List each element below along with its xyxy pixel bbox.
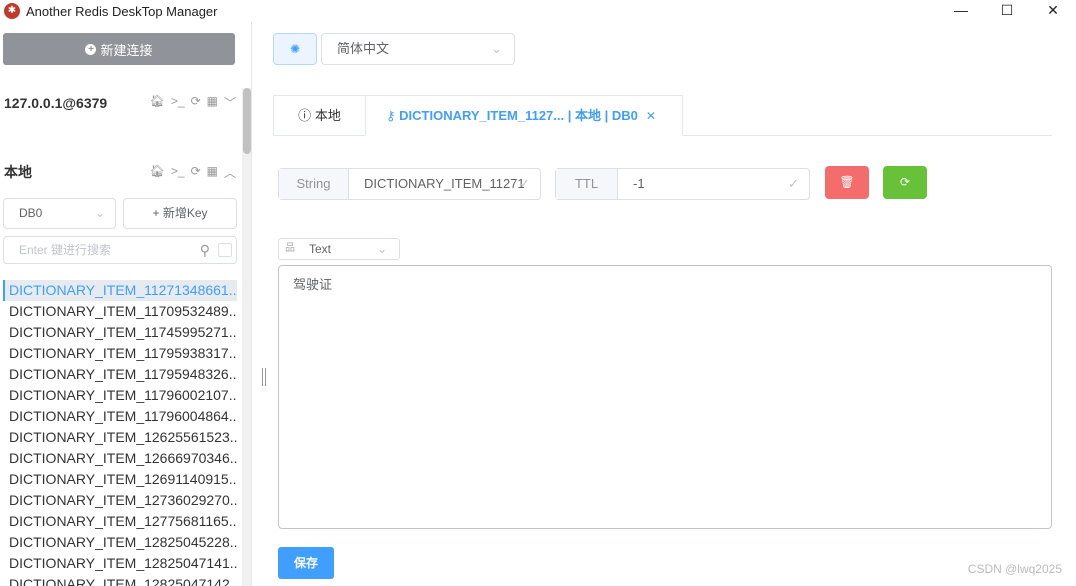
key-list-item[interactable]: DICTIONARY_ITEM_12625561523... [3,427,237,448]
key-list-item[interactable]: DICTIONARY_ITEM_12691140915... [3,469,237,490]
chevron-up-icon[interactable]: ︿ [224,164,236,181]
grid-icon[interactable]: ▦ [207,164,218,181]
new-connection-button[interactable]: + 新建连接 [3,33,235,65]
plus-circle-icon: + [85,43,97,55]
sun-icon: ✺ [289,42,301,56]
close-tab-icon[interactable]: ✕ [646,109,656,123]
grid-icon[interactable]: ▦ [207,94,218,111]
save-button[interactable]: 保存 [278,547,334,579]
info-icon: ⓘ [298,108,312,123]
home-icon[interactable]: 🏠︎ [150,164,165,181]
maximize-button[interactable]: ☐ [984,0,1030,22]
theme-toggle-button[interactable]: ✺ [273,33,317,65]
key-list-item[interactable]: DICTIONARY_ITEM_11796002107... [3,385,237,406]
delete-key-button[interactable]: 🗑︎ [825,166,869,199]
refresh-key-button[interactable]: ⟳ [883,166,927,199]
view-format-select[interactable]: 品 Text ⌄ [278,238,400,260]
sidebar: + 新建连接 127.0.0.1@6379 🏠︎ >_ ⟳ ▦ ﹀ 本地 🏠︎ >_ ⟳ ▦ ︿ … [0,22,252,586]
key-list-item[interactable]: DICTIONARY_ITEM_11709532489... [3,301,237,322]
search-icon[interactable]: ⚲ [200,237,210,263]
check-icon[interactable]: ✓ [519,169,530,199]
chevron-down-icon: ⌄ [491,41,502,56]
language-select[interactable]: 简体中文 ⌄ [321,33,515,65]
key-list-item[interactable]: DICTIONARY_ITEM_12736029270... [3,490,237,511]
key-list-item[interactable]: DICTIONARY_ITEM_12825045228... [3,532,237,553]
minimize-button[interactable]: — [938,0,984,22]
tab-key-detail[interactable]: ⚷ DICTIONARY_ITEM_1127... | 本地 | DB0 ✕ [365,95,683,136]
sitemap-icon: 品 [285,243,295,254]
key-icon: ⚷ [386,108,396,123]
key-type-label: String [279,169,349,199]
key-list-item[interactable]: DICTIONARY_ITEM_11796004864... [3,406,237,427]
watermark: CSDN @lwq2025 [967,562,1062,576]
tab-server-info[interactable]: ⓘ 本地 [273,95,366,136]
refresh-icon[interactable]: ⟳ [191,164,201,181]
key-name-input[interactable]: String DICTIONARY_ITEM_11271 ✓ [278,168,541,200]
connection-item[interactable]: 127.0.0.1@6379 🏠︎ >_ ⟳ ▦ ﹀ [4,94,236,111]
db-select[interactable]: DB0 ⌄ [3,198,116,229]
key-list-item[interactable]: DICTIONARY_ITEM_12666970346... [3,448,237,469]
key-list-item[interactable]: DICTIONARY_ITEM_11271348661... [3,280,237,301]
check-icon[interactable]: ✓ [788,169,799,199]
key-search-input[interactable]: Enter 键进行搜索 ⚲ [3,236,237,264]
connection-item[interactable]: 本地 🏠︎ >_ ⟳ ▦ ︿ [4,162,236,182]
home-icon[interactable]: 🏠︎ [150,94,165,111]
key-list-item[interactable]: DICTIONARY_ITEM_11795938317... [3,343,237,364]
tab-bar: ⓘ 本地 ⚷ DICTIONARY_ITEM_1127... | 本地 | DB… [273,95,1052,136]
app-logo-icon: ✱ [4,3,20,19]
sidebar-scrollbar[interactable] [242,88,251,586]
key-list: DICTIONARY_ITEM_11271348661... DICTIONARY… [3,280,237,586]
close-button[interactable]: ✕ [1030,0,1076,22]
key-list-item[interactable]: DICTIONARY_ITEM_11745995271... [3,322,237,343]
key-list-item[interactable]: DICTIONARY_ITEM_12825047141... [3,553,237,574]
refresh-icon[interactable]: ⟳ [191,94,201,111]
chevron-down-icon: ⌄ [94,206,105,220]
add-key-button[interactable]: + 新增Key [123,198,237,229]
trash-icon: 🗑︎ [839,175,855,189]
ttl-input[interactable]: TTL -1 ✓ [555,168,810,200]
chevron-down-icon: ⌄ [376,242,387,256]
value-editor[interactable]: 驾驶证 [278,265,1052,529]
terminal-icon[interactable]: >_ [171,164,185,181]
exact-match-checkbox[interactable] [218,243,232,257]
key-list-item[interactable]: DICTIONARY_ITEM_11795948326... [3,364,237,385]
window-title: Another Redis DeskTop Manager [26,3,218,19]
terminal-icon[interactable]: >_ [171,94,185,111]
resize-handle[interactable] [262,368,266,386]
key-list-item[interactable]: DICTIONARY_ITEM_12775681165... [3,511,237,532]
chevron-down-icon[interactable]: ﹀ [224,94,236,111]
title-bar: ✱ Another Redis DeskTop Manager — ☐ ✕ [0,0,1076,22]
scrollbar-thumb[interactable] [243,88,251,154]
key-list-item[interactable]: DICTIONARY_ITEM_12825047142... [3,574,237,586]
refresh-icon: ⟳ [899,175,911,189]
